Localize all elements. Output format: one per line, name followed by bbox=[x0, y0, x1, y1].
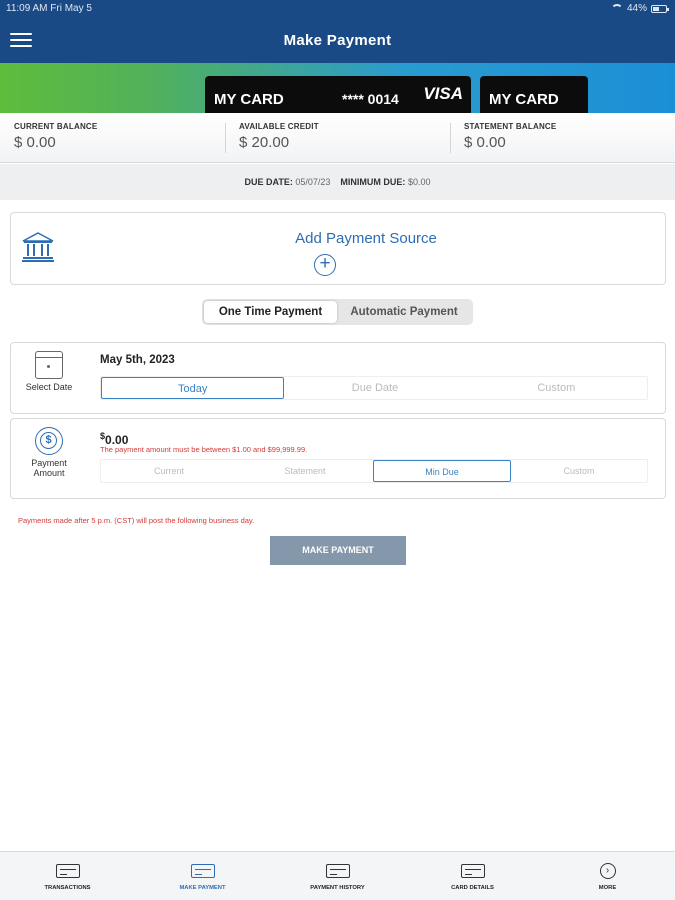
app-header: 11:09 AM Fri May 5 44% Make Payment bbox=[0, 0, 675, 63]
status-time: 11:09 AM Fri May 5 bbox=[6, 3, 92, 14]
tab-more[interactable]: › MORE bbox=[540, 852, 675, 900]
tab-transactions[interactable]: TRANSACTIONS bbox=[0, 852, 135, 900]
bottom-tab-bar: TRANSACTIONS MAKE PAYMENT PAYMENT HISTOR… bbox=[0, 851, 675, 900]
tab-payment-history[interactable]: PAYMENT HISTORY bbox=[270, 852, 405, 900]
amount-option-current[interactable]: Current bbox=[101, 460, 237, 482]
dollar-icon: $ bbox=[35, 427, 63, 455]
card-name: MY CARD bbox=[489, 91, 559, 108]
battery-icon bbox=[651, 4, 669, 13]
payment-history-icon bbox=[325, 864, 350, 878]
card-number: **** 0014 bbox=[342, 91, 399, 107]
tab-card-details[interactable]: CARD DETAILS bbox=[405, 852, 540, 900]
minimum-due-value: $0.00 bbox=[407, 177, 431, 187]
wifi-icon bbox=[610, 4, 623, 13]
card-carousel[interactable]: MY CARD **** 0014 VISA MY CARD bbox=[0, 63, 675, 113]
select-date-panel: Select Date May 5th, 2023 Today Due Date… bbox=[10, 342, 666, 414]
one-time-payment-tab[interactable]: One Time Payment bbox=[204, 301, 337, 323]
date-option-custom[interactable]: Custom bbox=[466, 377, 647, 399]
balance-summary: CURRENT BALANCE $ 0.00 AVAILABLE CREDIT … bbox=[0, 113, 675, 163]
add-circle-icon[interactable]: + bbox=[314, 254, 336, 276]
minimum-due-label: MINIMUM DUE: bbox=[340, 177, 406, 187]
make-payment-button[interactable]: MAKE PAYMENT bbox=[270, 536, 406, 565]
amount-option-custom[interactable]: Custom bbox=[511, 460, 647, 482]
payment-type-toggle[interactable]: One Time Payment Automatic Payment bbox=[202, 299, 473, 325]
due-info: DUE DATE: 05/07/23 MINIMUM DUE: $0.00 bbox=[0, 164, 675, 200]
date-option-due-date[interactable]: Due Date bbox=[284, 377, 465, 399]
amount-options[interactable]: Current Statement Min Due Custom bbox=[100, 459, 648, 483]
calendar-icon bbox=[35, 351, 63, 379]
available-credit: AVAILABLE CREDIT $ 20.00 bbox=[225, 113, 450, 162]
select-date-label: Select Date bbox=[25, 382, 73, 392]
automatic-payment-tab[interactable]: Automatic Payment bbox=[337, 301, 471, 323]
date-options[interactable]: Today Due Date Custom bbox=[100, 376, 648, 400]
add-payment-source-panel[interactable]: Add Payment Source + bbox=[10, 212, 666, 285]
transactions-icon bbox=[55, 864, 80, 878]
more-icon: › bbox=[599, 863, 616, 879]
amount-option-statement[interactable]: Statement bbox=[237, 460, 373, 482]
amount-option-min-due[interactable]: Min Due bbox=[373, 460, 511, 482]
due-date-label: DUE DATE: bbox=[244, 177, 293, 187]
add-payment-source-label[interactable]: Add Payment Source bbox=[11, 230, 665, 247]
status-bar: 11:09 AM Fri May 5 44% bbox=[0, 0, 675, 18]
card-selected[interactable]: MY CARD **** 0014 VISA bbox=[205, 76, 471, 113]
statement-balance: STATEMENT BALANCE $ 0.00 bbox=[450, 113, 675, 162]
selected-date: May 5th, 2023 bbox=[100, 354, 175, 366]
amount-error-message: The payment amount must be between $1.00… bbox=[100, 445, 308, 454]
card-next[interactable]: MY CARD bbox=[480, 76, 588, 113]
make-payment-icon bbox=[190, 864, 215, 878]
card-name: MY CARD bbox=[214, 91, 284, 108]
due-date-value: 05/07/23 bbox=[295, 177, 331, 187]
battery-percent: 44% bbox=[626, 3, 647, 14]
payment-amount-label: Payment Amount bbox=[31, 458, 67, 478]
tab-make-payment[interactable]: MAKE PAYMENT bbox=[135, 852, 270, 900]
visa-logo: VISA bbox=[423, 84, 463, 103]
page-title: Make Payment bbox=[283, 32, 392, 49]
card-details-icon bbox=[460, 864, 485, 878]
date-option-today[interactable]: Today bbox=[101, 377, 285, 399]
payment-amount-panel: $ Payment Amount $0.00 The payment amoun… bbox=[10, 418, 666, 499]
current-balance: CURRENT BALANCE $ 0.00 bbox=[14, 122, 98, 151]
cutoff-notice: Payments made after 5 p.m. (CST) will po… bbox=[18, 516, 255, 525]
